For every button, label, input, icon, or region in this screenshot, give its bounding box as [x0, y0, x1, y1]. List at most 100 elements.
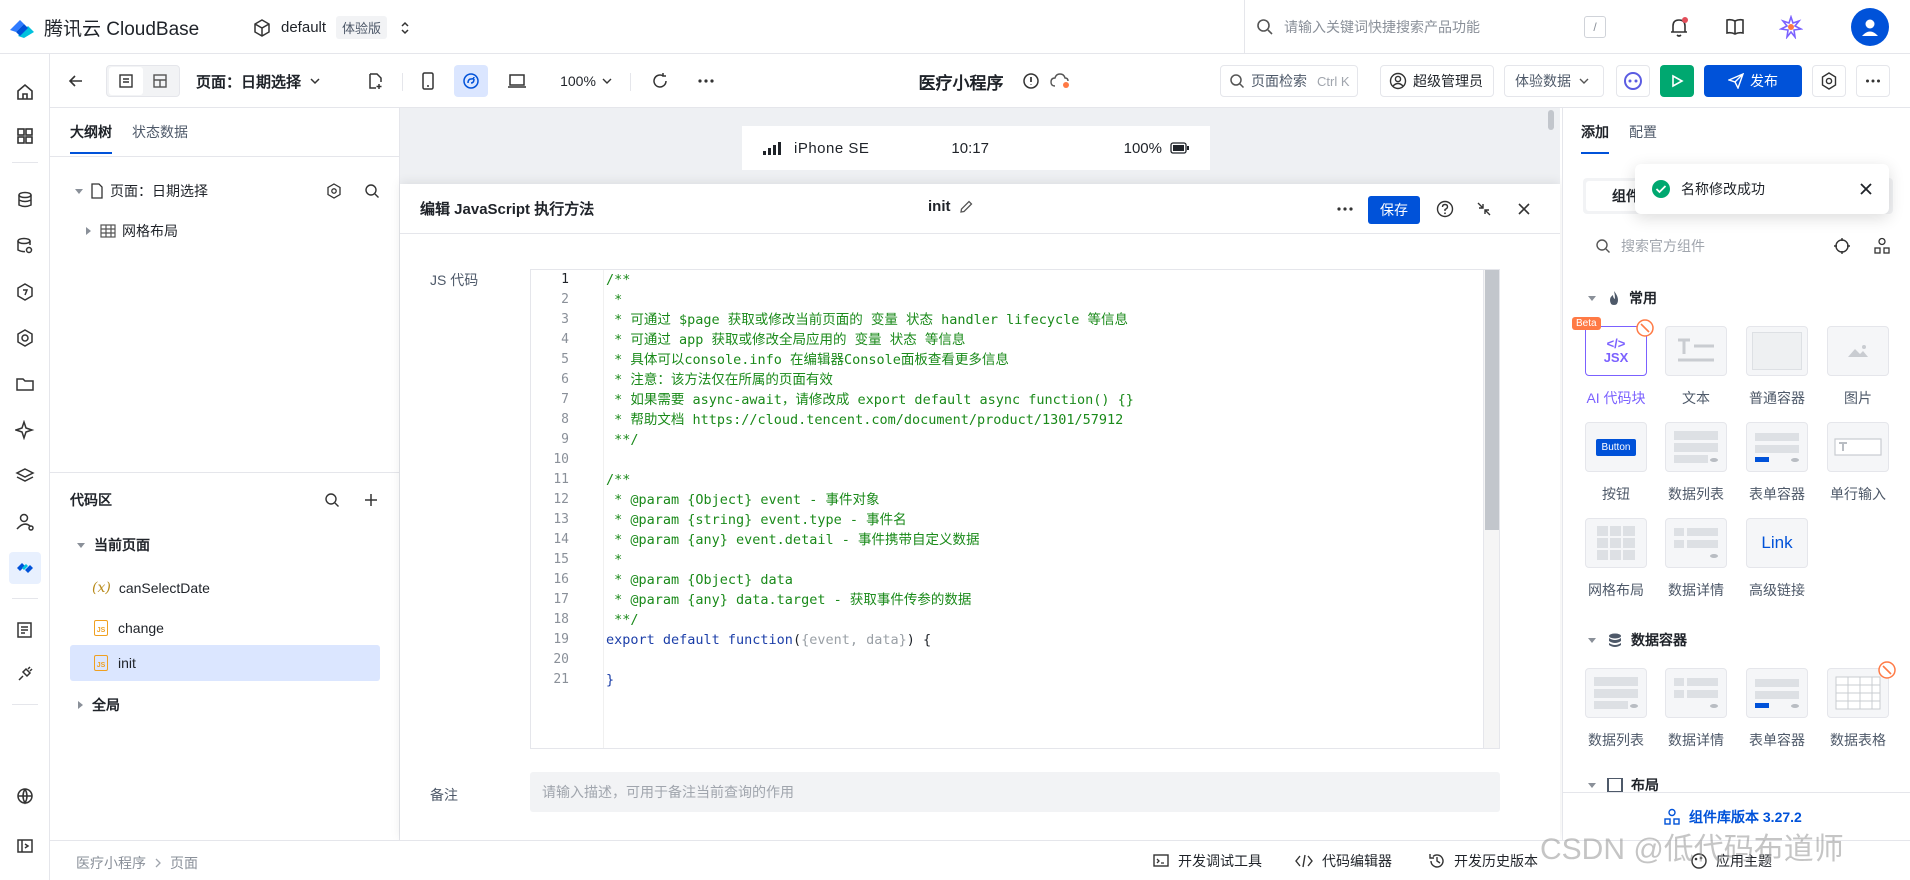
- tab-outline[interactable]: 大纲树: [70, 122, 112, 154]
- view-page-button[interactable]: [109, 67, 143, 95]
- page-search-button[interactable]: 页面检索 Ctrl K: [1220, 65, 1358, 97]
- preview-button[interactable]: [1660, 65, 1694, 97]
- nav-database[interactable]: [9, 184, 41, 216]
- nav-logs[interactable]: [9, 614, 41, 646]
- code-editor[interactable]: 1 2 3 4 5 6 7 8 9 10 11 12 13 14 15 16 17 18 19 20 21 /** * …: [530, 269, 1500, 749]
- notification-button[interactable]: [1668, 16, 1690, 38]
- nav-collapse[interactable]: [9, 830, 41, 862]
- breadcrumb-item[interactable]: 医疗小程序: [76, 853, 146, 873]
- code-scrollbar-track[interactable]: [1483, 270, 1499, 748]
- close-icon[interactable]: [1859, 182, 1873, 196]
- code-scrollbar-thumb[interactable]: [1485, 270, 1499, 530]
- note-input[interactable]: 请输入描述，可用于备注当前查询的作用: [530, 772, 1500, 812]
- alert-circle-icon[interactable]: [1022, 72, 1040, 90]
- nav-layers[interactable]: [9, 460, 41, 492]
- component-data-list[interactable]: 数据列表: [1581, 668, 1651, 750]
- component-image[interactable]: 图片: [1823, 326, 1893, 408]
- section-data-container-header[interactable]: 数据容器: [1587, 630, 1687, 650]
- debug-tools-button[interactable]: 开发调试工具: [1152, 851, 1262, 871]
- minimize-icon[interactable]: [1476, 201, 1492, 217]
- back-button[interactable]: [62, 65, 90, 97]
- nav-ai[interactable]: [9, 414, 41, 446]
- section-layout-header[interactable]: 布局: [1587, 778, 1659, 792]
- more-button[interactable]: [690, 65, 722, 97]
- tree-root[interactable]: 页面：日期选择: [74, 178, 384, 204]
- page-selector[interactable]: 页面：日期选择: [196, 65, 326, 97]
- code-item-change[interactable]: JS change: [70, 610, 380, 646]
- breadcrumb-item[interactable]: 页面: [170, 853, 198, 873]
- tree-node-grid[interactable]: 网格布局: [84, 218, 178, 244]
- nav-cloud-function[interactable]: [9, 276, 41, 308]
- nav-users[interactable]: [9, 506, 41, 538]
- save-button[interactable]: 保存: [1368, 196, 1420, 224]
- nav-platform[interactable]: [9, 780, 41, 812]
- divider: [402, 73, 403, 91]
- zoom-selector[interactable]: 100%: [556, 65, 616, 97]
- tab-add[interactable]: 添加: [1581, 122, 1609, 154]
- brand-logo[interactable]: 腾讯云 CloudBase: [8, 14, 199, 41]
- component-data-table[interactable]: 数据表格: [1823, 661, 1896, 750]
- component-data-detail[interactable]: 数据详情: [1661, 518, 1731, 600]
- toolbar-more-button[interactable]: [1856, 65, 1890, 97]
- plus-icon[interactable]: [364, 493, 378, 507]
- close-icon[interactable]: [1517, 202, 1531, 216]
- tab-state-data[interactable]: 状态数据: [132, 122, 188, 154]
- cloud-sync-icon[interactable]: [1049, 72, 1072, 90]
- view-layout-button[interactable]: [143, 67, 177, 95]
- global-search-input[interactable]: 请输入关键词快捷搜索产品功能: [1284, 17, 1584, 37]
- nav-home[interactable]: [9, 76, 41, 108]
- global-search[interactable]: 请输入关键词快捷搜索产品功能 /: [1256, 14, 1624, 40]
- history-button[interactable]: 开发历史版本: [1428, 851, 1538, 871]
- help-icon[interactable]: [1436, 200, 1454, 218]
- theme-button[interactable]: [1779, 15, 1803, 39]
- refresh-button[interactable]: [644, 65, 676, 97]
- data-mode-selector[interactable]: 体验数据: [1504, 65, 1604, 97]
- copilot-button[interactable]: [1616, 65, 1650, 97]
- code-item-init[interactable]: JS init: [70, 645, 380, 681]
- device-mobile-button[interactable]: [412, 65, 444, 97]
- edit-pencil-icon[interactable]: [959, 200, 973, 214]
- canvas-scrollbar[interactable]: [1548, 110, 1554, 130]
- avatar[interactable]: [1851, 8, 1889, 46]
- gear-icon[interactable]: [326, 183, 342, 199]
- component-text[interactable]: 文本: [1661, 326, 1731, 408]
- component-advanced-link[interactable]: Link 高级链接: [1742, 518, 1812, 600]
- component-single-input[interactable]: 单行输入: [1823, 422, 1893, 504]
- device-miniprogram-button[interactable]: [454, 65, 488, 97]
- add-page-button[interactable]: [360, 65, 392, 97]
- settings-button[interactable]: [1812, 65, 1846, 97]
- search-icon[interactable]: [324, 492, 340, 508]
- target-icon[interactable]: [1833, 237, 1851, 255]
- component-data-detail[interactable]: 数据详情: [1661, 668, 1731, 750]
- component-container[interactable]: 普通容器: [1742, 326, 1812, 408]
- component-button[interactable]: Button 按钮: [1581, 422, 1651, 504]
- component-ai-code[interactable]: </> JSX Beta AI 代码块: [1572, 317, 1654, 408]
- code-item-canselectdate[interactable]: (x) canSelectDate: [70, 570, 380, 606]
- search-icon[interactable]: [364, 183, 380, 199]
- code-editor-button[interactable]: 代码编辑器: [1294, 851, 1392, 871]
- nav-apps[interactable]: [9, 120, 41, 152]
- nav-integration[interactable]: [9, 322, 41, 354]
- publish-button[interactable]: 发布: [1704, 65, 1802, 97]
- role-selector[interactable]: 超级管理员: [1380, 65, 1494, 97]
- env-selector[interactable]: default 体验版: [253, 16, 411, 39]
- nav-storage[interactable]: [9, 368, 41, 400]
- nav-data-model[interactable]: [9, 230, 41, 262]
- component-search-input[interactable]: 搜索官方组件: [1621, 236, 1705, 256]
- code-group-global[interactable]: 全局: [76, 692, 120, 718]
- component-manage-icon[interactable]: [1873, 237, 1891, 255]
- docs-button[interactable]: [1724, 16, 1746, 38]
- component-data-list[interactable]: 数据列表: [1661, 422, 1731, 504]
- nav-extensions[interactable]: [9, 658, 41, 690]
- component-form-container[interactable]: 表单容器: [1742, 668, 1812, 750]
- section-common-header[interactable]: 常用: [1587, 288, 1657, 308]
- component-form-container[interactable]: 表单容器: [1742, 422, 1812, 504]
- device-desktop-button[interactable]: [500, 65, 534, 97]
- component-grid-layout[interactable]: 网格布局: [1581, 518, 1651, 600]
- tab-config[interactable]: 配置: [1629, 122, 1657, 154]
- nav-lowcode[interactable]: [9, 552, 41, 584]
- more-icon[interactable]: [1336, 206, 1354, 212]
- component-search[interactable]: 搜索官方组件: [1595, 234, 1891, 258]
- code-group-current-page[interactable]: 当前页面: [76, 532, 150, 558]
- method-name-area[interactable]: init: [928, 198, 973, 215]
